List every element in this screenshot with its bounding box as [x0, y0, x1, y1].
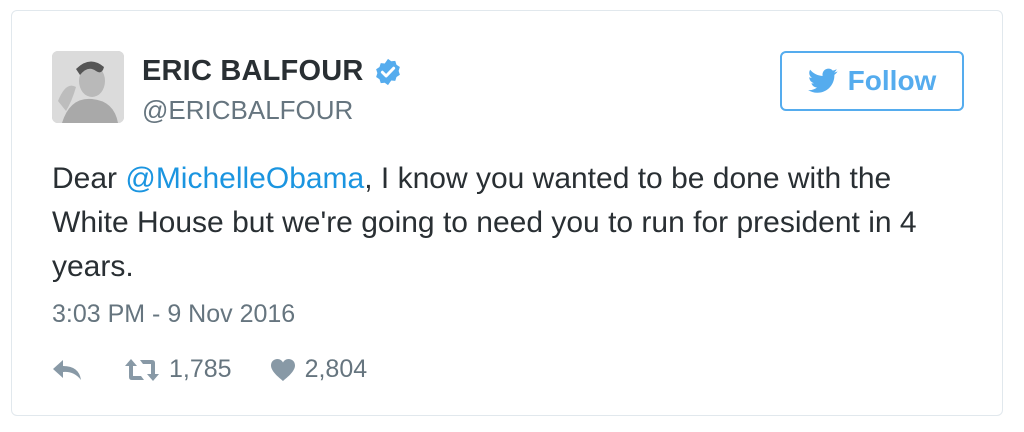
tweet-card: ERIC BALFOUR @ERICBALFOUR Follow Dear @M… [11, 10, 1003, 416]
profile-photo-icon [52, 51, 124, 123]
verified-badge-icon [375, 58, 400, 85]
avatar[interactable] [52, 51, 124, 123]
tweet-text: Dear @MichelleObama, I know you wanted t… [52, 157, 952, 289]
author-name-row[interactable]: ERIC BALFOUR [142, 55, 403, 88]
retweet-button[interactable]: 1,785 [124, 355, 232, 384]
follow-button[interactable]: Follow [780, 51, 964, 111]
reply-icon [53, 359, 81, 380]
tweet-text-prefix: Dear [52, 162, 126, 195]
reply-button[interactable] [52, 358, 82, 382]
retweet-count: 1,785 [169, 355, 232, 383]
retweet-icon [125, 358, 159, 381]
like-button[interactable]: 2,804 [270, 355, 368, 384]
follow-label: Follow [847, 65, 937, 96]
tweet-timestamp[interactable]: 3:03 PM - 9 Nov 2016 [52, 300, 295, 329]
heart-icon [270, 358, 295, 381]
twitter-bird-icon [807, 68, 838, 93]
author-name[interactable]: ERIC BALFOUR [142, 55, 364, 88]
mention-link[interactable]: @MichelleObama [125, 162, 364, 195]
author-handle[interactable]: @ERICBALFOUR [142, 95, 353, 126]
like-count: 2,804 [304, 355, 368, 383]
tweet-actions: 1,785 2,804 [52, 355, 367, 384]
